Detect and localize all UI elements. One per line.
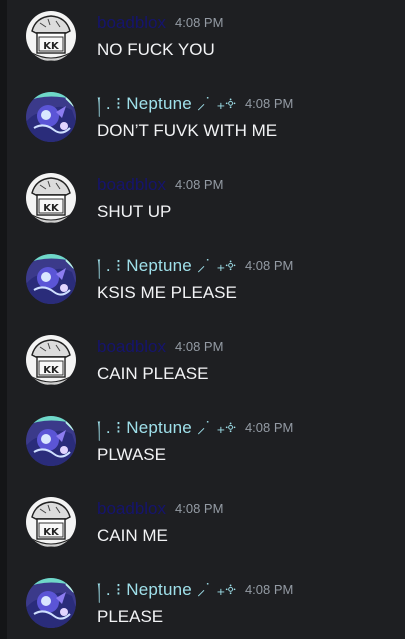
neptune-avatar[interactable] — [26, 92, 76, 142]
timestamp: 4:08 PM — [175, 15, 224, 30]
message-content: SHUT UP — [97, 202, 172, 221]
message-item[interactable]: boadblox 4:08 PM NO FUCK YOU — [0, 0, 405, 80]
username[interactable]: ། . ⁝ Neptune ⸝˙ ₊༓ — [97, 416, 236, 440]
username[interactable]: boadblox — [97, 173, 166, 197]
message-content: KSIS ME PLEASE — [97, 283, 237, 302]
timestamp: 4:08 PM — [244, 420, 294, 435]
username[interactable]: ། . ⁝ Neptune ⸝˙ ₊༓ — [97, 92, 236, 116]
message-item[interactable]: ། . ⁝ Neptune ⸝˙ ₊༓ 4:08 PM PLEASE — [0, 567, 405, 639]
timestamp: 4:08 PM — [244, 96, 294, 111]
message-header: boadblox 4:08 PM — [97, 10, 223, 36]
message-item[interactable]: ། . ⁝ Neptune ⸝˙ ₊༓ 4:08 PM KSIS ME PLEA… — [0, 243, 405, 323]
message-header: boadblox 4:08 PM — [97, 496, 223, 522]
timestamp: 4:08 PM — [175, 339, 224, 354]
message-header: ། . ⁝ Neptune ⸝˙ ₊༓ 4:08 PM — [97, 91, 293, 117]
neptune-avatar[interactable] — [26, 254, 76, 304]
message-item[interactable]: boadblox 4:08 PM SHUT UP — [0, 162, 405, 242]
message-item[interactable]: ། . ⁝ Neptune ⸝˙ ₊༓ 4:08 PM DON’T FUVK W… — [0, 81, 405, 161]
message-content: CAIN ME — [97, 526, 168, 545]
message-item[interactable]: ། . ⁝ Neptune ⸝˙ ₊༓ 4:08 PM PLWASE — [0, 405, 405, 485]
message-content: PLEASE — [97, 607, 164, 626]
message-header: boadblox 4:08 PM — [97, 334, 223, 360]
message-content: CAIN PLEASE — [97, 364, 209, 383]
message-header: boadblox 4:08 PM — [97, 172, 223, 198]
message-header: ། . ⁝ Neptune ⸝˙ ₊༓ 4:08 PM — [97, 415, 293, 441]
chat-message-list: boadblox 4:08 PM NO FUCK YOU ། . ⁝ Neptu… — [0, 0, 405, 639]
neptune-avatar[interactable] — [26, 578, 76, 628]
username[interactable]: ། . ⁝ Neptune ⸝˙ ₊༓ — [97, 254, 236, 278]
kk-hat-avatar[interactable] — [26, 335, 76, 385]
timestamp: 4:08 PM — [244, 258, 294, 273]
username[interactable]: ། . ⁝ Neptune ⸝˙ ₊༓ — [97, 578, 236, 602]
timestamp: 4:08 PM — [175, 501, 224, 516]
timestamp: 4:08 PM — [175, 177, 224, 192]
neptune-avatar[interactable] — [26, 416, 76, 466]
kk-hat-avatar[interactable] — [26, 173, 76, 223]
message-header: ། . ⁝ Neptune ⸝˙ ₊༓ 4:08 PM — [97, 253, 293, 279]
username[interactable]: boadblox — [97, 497, 166, 521]
message-header: ། . ⁝ Neptune ⸝˙ ₊༓ 4:08 PM — [97, 577, 293, 603]
message-item[interactable]: boadblox 4:08 PM CAIN PLEASE — [0, 324, 405, 404]
message-content: PLWASE — [97, 445, 166, 464]
username[interactable]: boadblox — [97, 335, 166, 359]
username[interactable]: boadblox — [97, 11, 166, 35]
message-item[interactable]: boadblox 4:08 PM CAIN ME — [0, 486, 405, 566]
kk-hat-avatar[interactable] — [26, 497, 76, 547]
message-content: DON’T FUVK WITH ME — [97, 121, 278, 140]
kk-hat-avatar[interactable] — [26, 11, 76, 61]
message-content: NO FUCK YOU — [97, 40, 215, 59]
timestamp: 4:08 PM — [244, 582, 294, 597]
